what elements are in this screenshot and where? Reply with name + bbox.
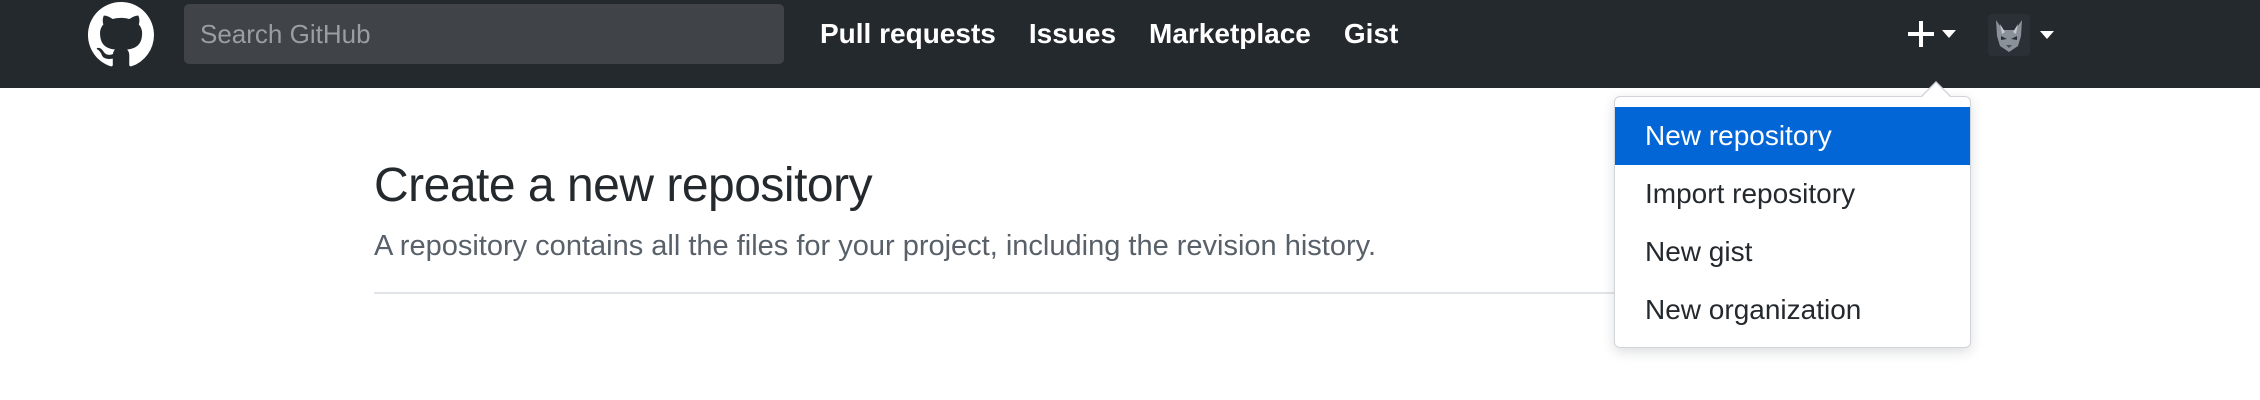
user-menu-button[interactable] [1988, 14, 2054, 56]
top-navigation-bar: Pull requests Issues Marketplace Gist [0, 0, 2260, 88]
nav-marketplace[interactable]: Marketplace [1149, 18, 1311, 50]
search-input[interactable] [184, 4, 784, 64]
nav-pull-requests[interactable]: Pull requests [820, 18, 996, 50]
github-logo-icon[interactable] [88, 2, 154, 68]
menu-item-new-organization[interactable]: New organization [1615, 281, 1970, 339]
page-title: Create a new repository [374, 159, 873, 212]
menu-item-import-repository[interactable]: Import repository [1615, 165, 1970, 223]
menu-item-new-repository[interactable]: New repository [1615, 107, 1970, 165]
page-subtitle: A repository contains all the files for … [374, 229, 1377, 262]
main-nav: Pull requests Issues Marketplace Gist [820, 0, 1431, 68]
page-header: Create a new repository A repository con… [374, 159, 1648, 294]
create-new-button[interactable] [1906, 12, 1956, 56]
chevron-down-icon [2040, 31, 2054, 39]
divider [374, 291, 1648, 294]
menu-item-new-gist[interactable]: New gist [1615, 223, 1970, 281]
create-new-dropdown-menu: New repository Import repository New gis… [1614, 81, 1971, 348]
chevron-down-icon [1942, 30, 1956, 38]
plus-icon [1908, 21, 1934, 47]
nav-gist[interactable]: Gist [1344, 18, 1398, 50]
nav-issues[interactable]: Issues [1029, 18, 1116, 50]
avatar [1988, 14, 2030, 56]
